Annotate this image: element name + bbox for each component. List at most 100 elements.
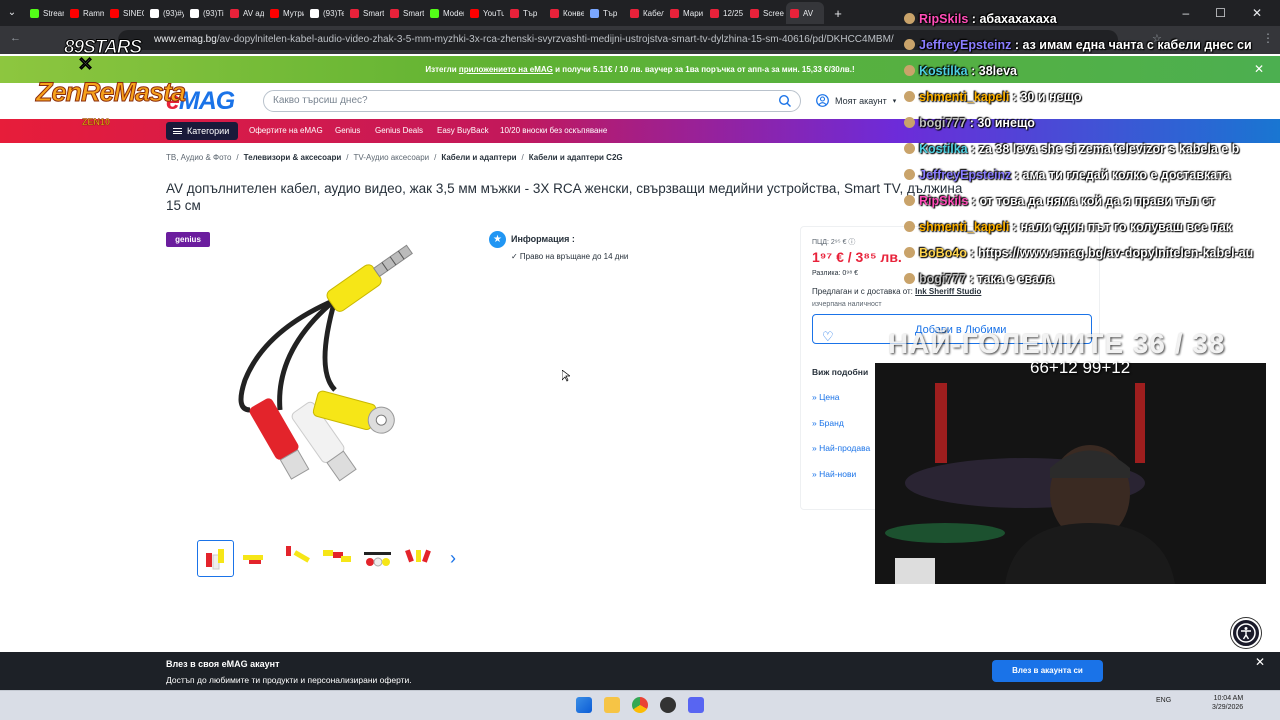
close-icon[interactable]: ✕ — [1255, 655, 1265, 669]
chrome-icon[interactable] — [632, 697, 648, 713]
browser-tab[interactable]: (93)#y — [146, 2, 184, 24]
minimize-icon[interactable]: – — [1182, 6, 1189, 20]
thumbnail[interactable] — [319, 540, 356, 577]
tab-search-icon[interactable]: ⌄ — [0, 2, 24, 24]
file-explorer-icon[interactable] — [604, 697, 620, 713]
account-menu[interactable]: Моят акаунт ▾ — [816, 94, 896, 107]
promo-app-link[interactable]: приложението на eMAG — [459, 65, 553, 74]
info-badge-icon: ★ — [489, 231, 506, 248]
breadcrumb-item[interactable]: Телевизори & аксесоари — [244, 153, 342, 162]
seller-link[interactable]: Ink Sheriff Studio — [915, 287, 981, 296]
similar-link-bestsellers[interactable]: » Най-продава — [812, 443, 870, 453]
browser-tab[interactable]: 12/25 — [706, 2, 744, 24]
categories-button[interactable]: Категории — [166, 122, 238, 140]
chat-text: аз имам една чанта с кабели днес си — [1022, 38, 1252, 52]
maximize-icon[interactable]: ☐ — [1215, 6, 1226, 20]
chat-message: bogi777 : така е евала — [904, 272, 1054, 286]
chat-separator: : — [1011, 168, 1023, 182]
discord-icon[interactable] — [688, 697, 704, 713]
tab-favicon-icon — [750, 8, 759, 18]
browser-tab[interactable]: (93)Tik — [186, 2, 224, 24]
goal-counter: НАЙ-ГОЛЕМИТЕ 36 / 38 — [888, 328, 1226, 359]
tab-favicon-icon — [670, 8, 679, 18]
thumbnail[interactable] — [360, 540, 397, 577]
tab-favicon-icon — [630, 8, 639, 18]
tab-favicon-icon — [270, 8, 279, 18]
tab-favicon-icon — [310, 8, 319, 18]
breadcrumb-item[interactable]: Кабели и адаптери C2G — [529, 153, 623, 162]
thumbnail[interactable] — [401, 540, 438, 577]
back-icon[interactable]: ← — [10, 32, 21, 44]
language-indicator[interactable]: ENG — [1156, 697, 1171, 704]
similar-link-price[interactable]: » Цена — [812, 392, 840, 402]
tab-label: AV — [803, 8, 814, 18]
genius-badge[interactable]: genius — [166, 232, 210, 247]
nav-link-easy-buyback[interactable]: Easy BuyBack — [437, 126, 489, 135]
similar-link-brand[interactable]: » Бранд — [812, 418, 844, 428]
thumbnail[interactable] — [280, 540, 317, 577]
promo-close-icon[interactable]: ✕ — [1254, 62, 1264, 76]
price-difference: Разлика: 0⁹⁸ € — [812, 270, 859, 277]
obs-icon[interactable] — [660, 697, 676, 713]
tab-label: (93)#y — [163, 8, 184, 18]
chat-text: 30 инещо — [977, 116, 1035, 130]
app-promo-banner: Изтегли приложението на eMAG и получи 5.… — [0, 56, 1280, 83]
chat-message: RipSkils : абахахахаха — [904, 12, 1057, 26]
browser-tab[interactable]: Stream — [26, 2, 64, 24]
login-title: Влез в своя eMAG акаунт — [166, 659, 280, 669]
browser-tab[interactable]: AV ада — [226, 2, 264, 24]
chat-separator: : — [1009, 90, 1021, 104]
browser-tab[interactable]: Мутри — [266, 2, 304, 24]
browser-tab[interactable]: Moder — [426, 2, 464, 24]
clock-date: 3/29/2026 — [1212, 704, 1244, 711]
nav-link-genius[interactable]: Genius — [335, 126, 360, 135]
chat-username: bogi777 — [919, 116, 967, 130]
login-button[interactable]: Влез в акаунта си — [992, 660, 1103, 682]
availability-status: изчерпана наличност — [812, 301, 882, 308]
product-image[interactable] — [205, 240, 435, 500]
browser-tab[interactable]: SINEO — [106, 2, 144, 24]
accessibility-button[interactable] — [1231, 618, 1261, 648]
tab-label: Moder — [443, 8, 464, 18]
browser-tab[interactable]: Тър — [586, 2, 624, 24]
browser-tab[interactable]: Smart — [386, 2, 424, 24]
new-tab-button[interactable]: + — [830, 6, 846, 21]
chat-message: bogi777 : 30 инещо — [904, 116, 1035, 130]
breadcrumb-item[interactable]: TV-Аудио аксесоари — [354, 153, 430, 162]
previous-price: ПЦД: 2⁹⁵ € ⓘ — [812, 239, 856, 246]
chat-username: bogi777 — [919, 272, 967, 286]
nav-link-genius-deals[interactable]: Genius Deals — [375, 126, 423, 135]
search-input[interactable]: Какво търсиш днес? — [263, 90, 801, 112]
nav-link-offers[interactable]: Офертите на eMAG — [249, 126, 323, 135]
browser-tab[interactable]: Тър — [506, 2, 544, 24]
browser-tab[interactable]: AV — [786, 2, 824, 24]
browser-tab[interactable]: Screen — [746, 2, 784, 24]
breadcrumb-item[interactable]: Кабели и адаптери — [441, 153, 516, 162]
start-icon[interactable] — [576, 697, 592, 713]
browser-tab[interactable]: Smart — [346, 2, 384, 24]
thumbnail[interactable] — [197, 540, 234, 577]
breadcrumb-item[interactable]: ТВ, Аудио & Фото — [166, 153, 231, 162]
menu-dots-icon[interactable]: ⋮ — [1262, 31, 1274, 45]
chat-text: абахахахаха — [979, 12, 1057, 26]
browser-tab[interactable]: Ramm — [66, 2, 104, 24]
tab-label: 12/25 — [723, 8, 744, 18]
nav-link-installments[interactable]: 10/20 вноски без оскъпяване — [500, 126, 607, 135]
browser-tab[interactable]: (93)Te — [306, 2, 344, 24]
search-icon[interactable] — [778, 94, 792, 108]
browser-tab[interactable]: Конве — [546, 2, 584, 24]
close-window-icon[interactable]: ✕ — [1252, 6, 1262, 20]
browser-tab[interactable]: YouTul — [466, 2, 504, 24]
tab-label: Screen — [763, 8, 784, 18]
categories-label: Категории — [187, 126, 230, 136]
chevron-right-icon[interactable]: › — [450, 548, 456, 569]
similar-link-newest[interactable]: » Най-нови — [812, 469, 856, 479]
promo-text-pre: Изтегли — [425, 65, 457, 74]
tab-label: YouTul — [483, 8, 504, 18]
browser-tab[interactable]: Кабел — [626, 2, 664, 24]
clock[interactable]: 10:04 AM 3/29/2026 — [1212, 694, 1243, 712]
browser-tab[interactable]: Мари — [666, 2, 704, 24]
chat-separator: : — [968, 12, 980, 26]
similar-title: Виж подобни — [812, 367, 869, 377]
thumbnail[interactable] — [237, 540, 274, 577]
